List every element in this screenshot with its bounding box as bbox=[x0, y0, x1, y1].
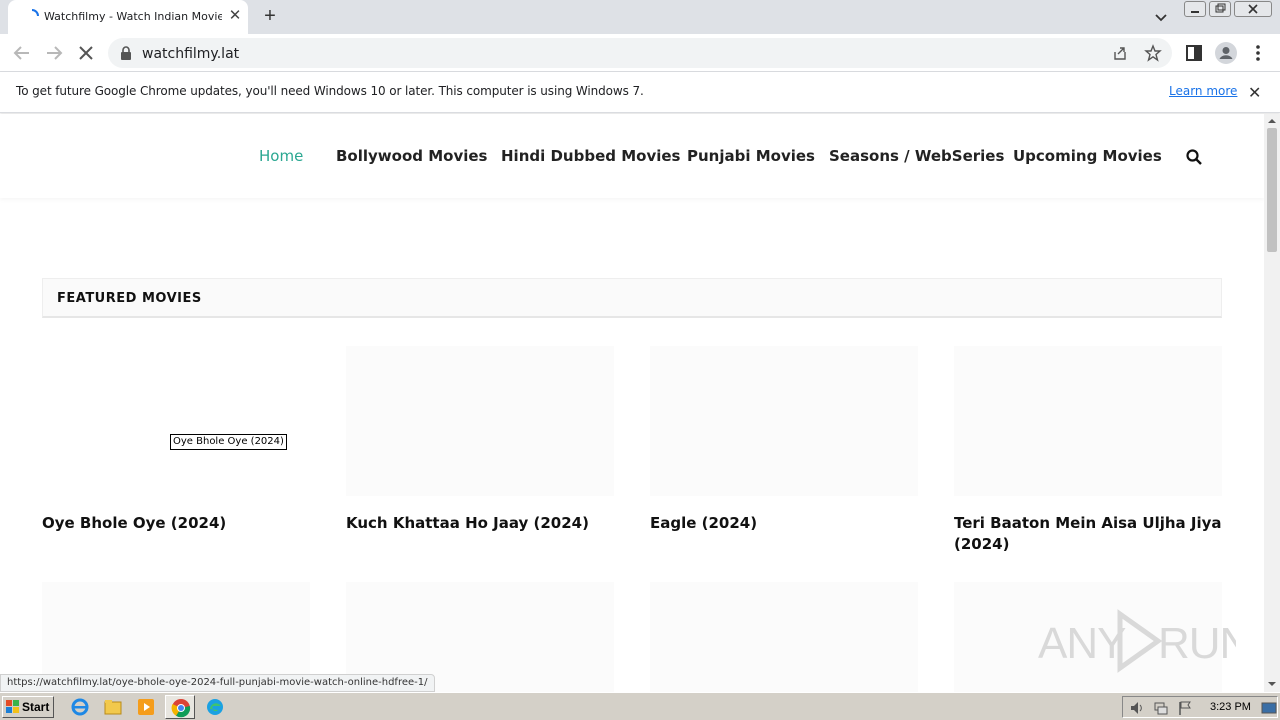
windows-taskbar: Start 3:23 PM bbox=[0, 692, 1280, 720]
chrome-taskbar-button[interactable] bbox=[165, 695, 195, 719]
loading-favicon-icon bbox=[31, 9, 39, 17]
update-infobar: To get future Google Chrome updates, you… bbox=[0, 72, 1280, 113]
movie-title[interactable]: Eagle (2024) bbox=[650, 513, 918, 534]
kebab-menu-icon[interactable] bbox=[1246, 41, 1270, 65]
network-icon[interactable] bbox=[1153, 700, 1169, 716]
movie-thumbnail[interactable] bbox=[346, 346, 614, 496]
link-status-bubble: https://watchfilmy.lat/oye-bhole-oye-202… bbox=[0, 674, 435, 692]
restore-button[interactable] bbox=[1209, 1, 1231, 17]
tab-close-icon[interactable]: ✕ bbox=[226, 7, 244, 25]
svg-text:ANY: ANY bbox=[1038, 619, 1126, 668]
nav-bollywood-movies[interactable]: Bollywood Movies bbox=[336, 147, 487, 165]
nav-home[interactable]: Home bbox=[259, 147, 303, 165]
image-alt-tooltip: Oye Bhole Oye (2024) bbox=[170, 434, 287, 450]
movie-title[interactable]: Teri Baaton Mein Aisa Uljha Jiya (2024) bbox=[954, 513, 1222, 555]
bookmark-star-icon[interactable] bbox=[1144, 44, 1162, 62]
nav-seasons-webseries[interactable]: Seasons / WebSeries bbox=[829, 147, 1004, 165]
scroll-up-arrow-icon[interactable] bbox=[1267, 117, 1277, 125]
infobar-message: To get future Google Chrome updates, you… bbox=[16, 84, 644, 98]
system-tray: 3:23 PM bbox=[1122, 696, 1278, 718]
minimize-button[interactable] bbox=[1184, 1, 1206, 17]
start-button[interactable]: Start bbox=[2, 696, 54, 718]
share-icon[interactable] bbox=[1112, 45, 1128, 61]
movie-thumbnail[interactable] bbox=[650, 582, 918, 692]
movie-title[interactable]: Kuch Khattaa Ho Jaay (2024) bbox=[346, 513, 614, 534]
back-arrow-icon[interactable] bbox=[10, 41, 34, 65]
nav-upcoming-movies[interactable]: Upcoming Movies bbox=[1013, 147, 1162, 165]
taskbar-clock[interactable]: 3:23 PM bbox=[1210, 701, 1251, 713]
edge-icon[interactable] bbox=[205, 697, 225, 717]
movie-thumbnail[interactable] bbox=[42, 346, 310, 496]
tab-strip: Watchfilmy - Watch Indian Movies O ✕ + bbox=[0, 0, 1280, 34]
search-icon[interactable] bbox=[1185, 148, 1203, 166]
file-explorer-icon[interactable] bbox=[103, 697, 123, 717]
chrome-icon bbox=[171, 699, 191, 718]
internet-explorer-icon[interactable] bbox=[70, 697, 90, 717]
nav-punjabi-movies[interactable]: Punjabi Movies bbox=[687, 147, 815, 165]
tab-search-chevron-icon[interactable] bbox=[1150, 7, 1172, 27]
window-close-button[interactable] bbox=[1234, 1, 1272, 17]
nav-hindi-dubbed-movies[interactable]: Hindi Dubbed Movies bbox=[501, 147, 680, 165]
anyrun-watermark-logo: ANY RUN bbox=[1038, 609, 1236, 673]
browser-tab[interactable]: Watchfilmy - Watch Indian Movies O ✕ bbox=[8, 0, 248, 34]
tab-title: Watchfilmy - Watch Indian Movies O bbox=[44, 10, 222, 23]
movie-thumbnail[interactable] bbox=[650, 346, 918, 496]
show-desktop-icon[interactable] bbox=[1261, 700, 1277, 716]
browser-toolbar: watchfilmy.lat bbox=[0, 34, 1280, 72]
section-title: FEATURED MOVIES bbox=[57, 291, 202, 306]
scroll-down-arrow-icon[interactable] bbox=[1267, 680, 1277, 688]
windows-logo-icon bbox=[6, 700, 19, 713]
media-player-icon[interactable] bbox=[136, 697, 156, 717]
stop-loading-icon[interactable] bbox=[74, 41, 98, 65]
start-label: Start bbox=[22, 700, 50, 714]
forward-arrow-icon[interactable] bbox=[42, 41, 66, 65]
svg-text:RUN: RUN bbox=[1158, 619, 1236, 668]
profile-avatar-icon[interactable] bbox=[1214, 41, 1238, 65]
movie-thumbnail[interactable] bbox=[954, 346, 1222, 496]
new-tab-button[interactable]: + bbox=[258, 5, 282, 29]
learn-more-link[interactable]: Learn more bbox=[1169, 84, 1237, 98]
action-center-flag-icon[interactable] bbox=[1177, 700, 1193, 716]
scrollbar-thumb[interactable] bbox=[1267, 128, 1277, 252]
address-bar[interactable]: watchfilmy.lat bbox=[108, 38, 1172, 68]
infobar-close-icon[interactable]: ✕ bbox=[1248, 83, 1261, 103]
volume-icon[interactable] bbox=[1129, 700, 1145, 716]
side-panel-icon[interactable] bbox=[1182, 41, 1206, 65]
url-text[interactable]: watchfilmy.lat bbox=[142, 46, 239, 62]
site-header: Home Bollywood Movies Hindi Dubbed Movie… bbox=[0, 114, 1264, 198]
featured-section-header: FEATURED MOVIES bbox=[42, 278, 1222, 318]
lock-icon[interactable] bbox=[120, 46, 132, 60]
page-scrollbar[interactable] bbox=[1264, 114, 1280, 692]
movie-title[interactable]: Oye Bhole Oye (2024) bbox=[42, 513, 310, 534]
